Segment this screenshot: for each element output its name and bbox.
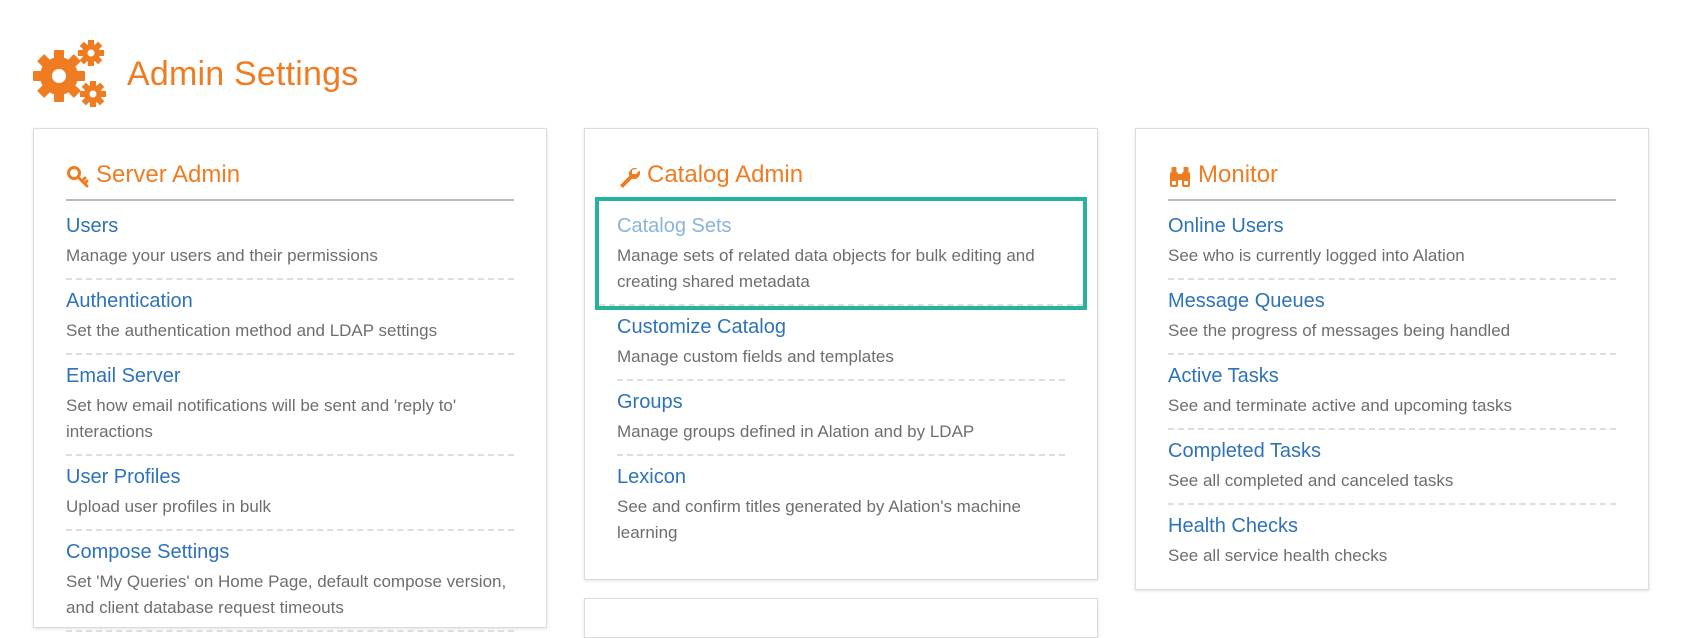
item-description: See all service health checks (1168, 546, 1388, 565)
active-tasks-link[interactable]: Active Tasks (1168, 363, 1616, 389)
panel-header: Catalog Admin (617, 129, 1065, 201)
key-icon (67, 166, 89, 188)
next-panel (584, 598, 1098, 638)
monitor-list: Online Users See who is currently logged… (1168, 201, 1616, 578)
item-description: Set how email notifications will be sent… (66, 396, 457, 441)
list-item: Authentication Set the authentication me… (66, 280, 514, 355)
list-item: Completed Tasks See all completed and ca… (1168, 430, 1616, 505)
item-description: Manage your users and their permissions (66, 246, 378, 265)
panel-title: Catalog Admin (647, 161, 804, 188)
list-item: Catalog Sets Manage sets of related data… (595, 197, 1087, 310)
catalog-admin-list: Catalog Sets Manage sets of related data… (595, 197, 1087, 555)
authentication-link[interactable]: Authentication (66, 288, 514, 314)
list-item: Lexicon See and confirm titles generated… (617, 456, 1065, 555)
list-item: Email Server Set how email notifications… (66, 355, 514, 456)
email-server-link[interactable]: Email Server (66, 363, 514, 389)
item-description: Set 'My Queries' on Home Page, default c… (66, 572, 507, 617)
item-description: Set the authentication method and LDAP s… (66, 321, 438, 340)
server-admin-panel: Server Admin Users Manage your users and… (33, 128, 547, 632)
page-title: Admin Settings (127, 54, 359, 93)
list-item: Health Checks See all service health che… (1168, 505, 1616, 578)
item-description: Manage sets of related data objects for … (617, 246, 1035, 291)
catalog-sets-link[interactable]: Catalog Sets (617, 213, 1065, 239)
compose-settings-link[interactable]: Compose Settings (66, 539, 514, 565)
list-item: Message Queues See the progress of messa… (1168, 280, 1616, 355)
users-link[interactable]: Users (66, 213, 514, 239)
item-description: Manage groups defined in Alation and by … (617, 422, 975, 441)
panel-header: Monitor (1168, 129, 1616, 201)
panel-title: Server Admin (96, 161, 241, 188)
panel-title: Monitor (1198, 161, 1279, 188)
list-item: Online Users See who is currently logged… (1168, 201, 1616, 280)
list-item: Customize Catalog Manage custom fields a… (617, 306, 1065, 381)
catalog-admin-panel: Catalog Admin Catalog Sets Manage sets o… (584, 128, 1098, 580)
page-header: Admin Settings (33, 38, 358, 110)
list-item: User Profiles Upload user profiles in bu… (66, 456, 514, 531)
panel-header: Server Admin (66, 129, 514, 201)
list-item: Users Manage your users and their permis… (66, 201, 514, 280)
item-description: See who is currently logged into Alation (1168, 246, 1465, 265)
item-description: See and confirm titles generated by Alat… (617, 497, 1021, 542)
wrench-icon (620, 167, 641, 188)
list-item: Compose Settings Set 'My Queries' on Hom… (66, 531, 514, 632)
list-item: Groups Manage groups defined in Alation … (617, 381, 1065, 456)
item-description: See all completed and canceled tasks (1168, 471, 1454, 490)
lexicon-link[interactable]: Lexicon (617, 464, 1065, 490)
gears-icon (33, 40, 106, 107)
groups-link[interactable]: Groups (617, 389, 1065, 415)
message-queues-link[interactable]: Message Queues (1168, 288, 1616, 314)
completed-tasks-link[interactable]: Completed Tasks (1168, 438, 1616, 464)
health-checks-link[interactable]: Health Checks (1168, 513, 1616, 539)
binoculars-icon (1170, 167, 1190, 187)
item-description: See the progress of messages being handl… (1168, 321, 1511, 340)
list-item: Active Tasks See and terminate active an… (1168, 355, 1616, 430)
item-description: See and terminate active and upcoming ta… (1168, 396, 1512, 415)
item-description: Upload user profiles in bulk (66, 497, 272, 516)
monitor-panel: Monitor Online Users See who is currentl… (1135, 128, 1649, 590)
item-description: Manage custom fields and templates (617, 347, 894, 366)
online-users-link[interactable]: Online Users (1168, 213, 1616, 239)
user-profiles-link[interactable]: User Profiles (66, 464, 514, 490)
server-admin-list: Users Manage your users and their permis… (66, 201, 514, 632)
customize-catalog-link[interactable]: Customize Catalog (617, 314, 1065, 340)
